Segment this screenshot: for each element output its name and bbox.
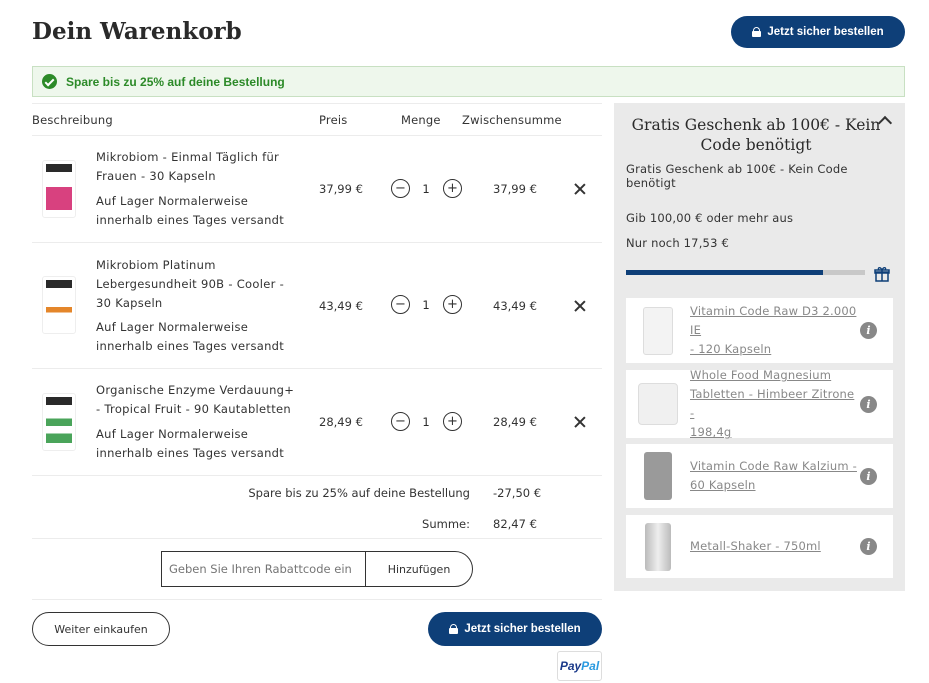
checkmark-icon [42, 74, 57, 89]
divider [32, 538, 602, 539]
progress-bar [626, 270, 865, 275]
add-coupon-button[interactable]: Hinzufügen [365, 552, 472, 586]
product-image [632, 378, 684, 430]
decrease-quantity-button[interactable]: − [391, 179, 410, 198]
remove-item-icon[interactable] [573, 415, 587, 429]
header-description: Beschreibung [32, 113, 113, 127]
discount-banner: Spare bis zu 25% auf deine Bestellung [32, 66, 905, 97]
progress-fill [626, 270, 824, 275]
decrease-quantity-button[interactable]: − [391, 295, 410, 314]
divider [32, 599, 602, 600]
gift-product-link[interactable]: Vitamin Code Raw Kalzium - 60 Kapseln [690, 457, 860, 495]
gift-product-card[interactable]: Whole Food Magnesium Tabletten - Himbeer… [626, 368, 893, 439]
page-title: Dein Warenkorb [32, 18, 242, 45]
header-quantity: Menge [401, 113, 441, 127]
continue-shopping-button[interactable]: Weiter einkaufen [32, 612, 170, 646]
discount-label: Spare bis zu 25% auf deine Bestellung [248, 486, 470, 500]
header-subtotal: Zwischensumme [462, 113, 562, 127]
item-subtotal: 28,49 € [493, 415, 537, 429]
checkout-button-bottom[interactable]: Jetzt sicher bestellen [428, 612, 602, 646]
lock-icon [449, 624, 459, 634]
gift-title: Gratis Geschenk ab 100€ - Kein Code benö… [631, 116, 881, 154]
cart-item-row: Mikrobiom Platinum Lebergesundheit 90B -… [32, 243, 602, 368]
gift-product-card[interactable]: Vitamin Code Raw D3 2.000 IE - 120 Kapse… [626, 298, 893, 363]
checkout-button-label: Jetzt sicher bestellen [464, 623, 581, 635]
cart-item-row: Organische Enzyme Verdauung+ - Tropical … [32, 369, 602, 475]
item-subtotal: 43,49 € [493, 299, 537, 313]
decrease-quantity-button[interactable]: − [391, 412, 410, 431]
product-image [42, 276, 76, 334]
quantity-value: 1 [422, 415, 430, 429]
discount-value: -27,50 € [493, 486, 542, 500]
coupon-input[interactable] [162, 552, 365, 586]
product-name[interactable]: Mikrobiom Platinum Lebergesundheit 90B -… [96, 256, 296, 313]
divider [32, 475, 602, 476]
header-price: Preis [319, 113, 348, 127]
item-subtotal: 37,99 € [493, 182, 537, 196]
gift-icon [874, 266, 890, 282]
quantity-value: 1 [422, 298, 430, 312]
gift-subtitle: Gratis Geschenk ab 100€ - Kein Code benö… [626, 162, 848, 190]
info-icon[interactable]: i [860, 395, 877, 413]
remove-item-icon[interactable] [573, 299, 587, 313]
checkout-button-top[interactable]: Jetzt sicher bestellen [731, 16, 905, 48]
item-price: 28,49 € [319, 415, 363, 429]
increase-quantity-button[interactable]: + [443, 179, 462, 198]
increase-quantity-button[interactable]: + [443, 412, 462, 431]
gift-product-link[interactable]: Vitamin Code Raw D3 2.000 IE - 120 Kapse… [690, 302, 860, 359]
product-image [42, 160, 76, 218]
stock-status: Auf Lager Normalerweise innerhalb eines … [96, 427, 285, 460]
product-image [632, 521, 684, 573]
paypal-logo-pay: Pay [559, 659, 582, 673]
sum-label: Summe: [422, 517, 470, 531]
increase-quantity-button[interactable]: + [443, 295, 462, 314]
gift-product-card[interactable]: Metall-Shaker - 750ml i [626, 515, 893, 578]
remove-item-icon[interactable] [573, 182, 587, 196]
sum-value: 82,47 € [493, 517, 537, 531]
product-name[interactable]: Organische Enzyme Verdauung+ - Tropical … [96, 381, 296, 419]
checkout-button-label: Jetzt sicher bestellen [767, 26, 884, 38]
lock-icon [752, 27, 762, 37]
gift-product-card[interactable]: Vitamin Code Raw Kalzium - 60 Kapseln i [626, 444, 893, 508]
product-image [632, 305, 684, 357]
item-price: 43,49 € [319, 299, 363, 313]
gift-threshold: Gib 100,00 € oder mehr aus [626, 211, 794, 225]
info-icon[interactable]: i [860, 322, 877, 339]
product-name[interactable]: Mikrobiom - Einmal Täglich für Frauen - … [96, 148, 296, 186]
discount-banner-text: Spare bis zu 25% auf deine Bestellung [66, 74, 285, 89]
paypal-button[interactable]: Pay Pal [557, 651, 602, 681]
divider [32, 103, 602, 104]
gift-product-link[interactable]: Metall-Shaker - 750ml [690, 537, 860, 556]
coupon-form: Hinzufügen [161, 551, 473, 587]
product-image [42, 393, 76, 451]
stock-status: Auf Lager Normalerweise innerhalb eines … [96, 194, 285, 227]
info-icon[interactable]: i [860, 538, 877, 555]
gift-remaining: Nur noch 17,53 € [626, 236, 729, 250]
stock-status: Auf Lager Normalerweise innerhalb eines … [96, 320, 285, 353]
paypal-logo-pal: Pal [581, 659, 600, 673]
quantity-value: 1 [422, 182, 430, 196]
info-icon[interactable]: i [860, 467, 877, 485]
gift-product-link[interactable]: Whole Food Magnesium Tabletten - Himbeer… [690, 366, 860, 442]
item-price: 37,99 € [319, 182, 363, 196]
cart-item-row: Mikrobiom - Einmal Täglich für Frauen - … [32, 136, 602, 242]
product-image [632, 450, 684, 502]
